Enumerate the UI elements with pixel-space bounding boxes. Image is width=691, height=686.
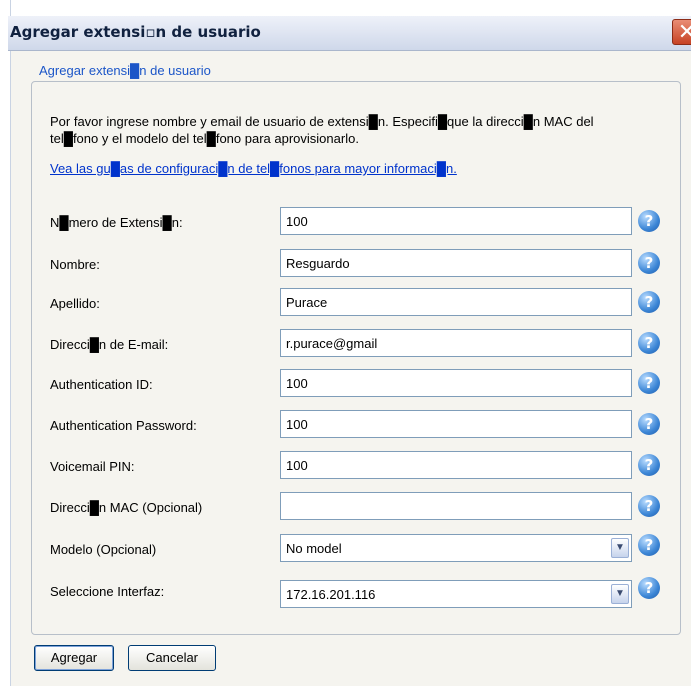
field-row-email: Direcci█n de E-mail: r.purace@gmail ? [0, 329, 691, 359]
field-row-voicemail-pin: Voicemail PIN: 100 ? [0, 451, 691, 481]
form-legend: Agregar extensi█n de usuario [36, 63, 214, 78]
model-select-value: No model [286, 541, 342, 556]
last-name-label: Apellido: [50, 296, 100, 311]
help-icon[interactable]: ? [638, 372, 660, 394]
add-button[interactable]: Agregar [34, 645, 114, 671]
authentication-id-label: Authentication ID: [50, 377, 153, 392]
authentication-password-input[interactable]: 100 [280, 410, 632, 438]
help-icon[interactable]: ? [638, 332, 660, 354]
background-top [0, 0, 691, 16]
email-input[interactable]: r.purace@gmail [280, 329, 632, 357]
interface-label: Seleccione Interfaz: [50, 584, 165, 599]
field-row-authentication-id: Authentication ID: 100 ? [0, 369, 691, 399]
voicemail-pin-input[interactable]: 100 [280, 451, 632, 479]
cancel-button[interactable]: Cancelar [128, 645, 216, 671]
field-row-authentication-password: Authentication Password: 100 ? [0, 410, 691, 440]
first-name-input[interactable]: Resguardo [280, 249, 632, 277]
help-icon[interactable]: ? [638, 577, 660, 599]
model-select[interactable]: No model ▼ [280, 534, 632, 562]
first-name-label: Nombre: [50, 257, 100, 272]
mac-address-input[interactable] [280, 492, 632, 520]
extension-number-input[interactable]: 100 [280, 207, 632, 235]
field-row-first-name: Nombre: Resguardo ? [0, 249, 691, 279]
mac-address-label: Direcci█n MAC (Opcional) [50, 500, 203, 515]
field-row-model: Modelo (Opcional) No model ▼ ? [0, 534, 691, 564]
help-icon[interactable]: ? [638, 454, 660, 476]
help-icon[interactable]: ? [638, 413, 660, 435]
dialog-titlebar: Agregar extensi▫n de usuario ✕ [8, 16, 691, 51]
phone-config-guides-link[interactable]: Vea las gu█as de configuraci█n de tel█fo… [50, 161, 457, 176]
model-label: Modelo (Opcional) [50, 542, 157, 557]
chevron-down-icon[interactable]: ▼ [611, 584, 629, 604]
interface-select-value: 172.16.201.116 [286, 587, 376, 602]
help-icon[interactable]: ? [638, 252, 660, 274]
voicemail-pin-label: Voicemail PIN: [50, 459, 135, 474]
field-row-interface: Seleccione Interfaz: 172.16.201.116 ▼ ? [0, 577, 691, 610]
field-row-last-name: Apellido: Purace ? [0, 288, 691, 318]
last-name-input[interactable]: Purace [280, 288, 632, 316]
help-icon[interactable]: ? [638, 210, 660, 232]
field-row-extension-number: N█mero de Extensi█n: 100 ? [0, 207, 691, 237]
help-icon[interactable]: ? [638, 495, 660, 517]
extension-number-label: N█mero de Extensi█n: [50, 215, 183, 230]
add-button-label: Agregar [50, 650, 98, 665]
help-icon[interactable]: ? [638, 291, 660, 313]
intro-text: Por favor ingrese nombre y email de usua… [50, 114, 594, 146]
field-row-mac-address: Direcci█n MAC (Opcional) ? [0, 492, 691, 522]
dialog-title: Agregar extensi▫n de usuario [10, 23, 261, 41]
chevron-down-icon[interactable]: ▼ [611, 538, 629, 558]
close-icon: ✕ [677, 19, 691, 44]
authentication-password-label: Authentication Password: [50, 418, 197, 433]
email-label: Direcci█n de E-mail: [50, 337, 169, 352]
help-icon[interactable]: ? [638, 534, 660, 556]
interface-select[interactable]: 172.16.201.116 ▼ [280, 580, 632, 608]
close-button[interactable]: ✕ [672, 19, 691, 45]
authentication-id-input[interactable]: 100 [280, 369, 632, 397]
cancel-button-label: Cancelar [145, 650, 199, 665]
